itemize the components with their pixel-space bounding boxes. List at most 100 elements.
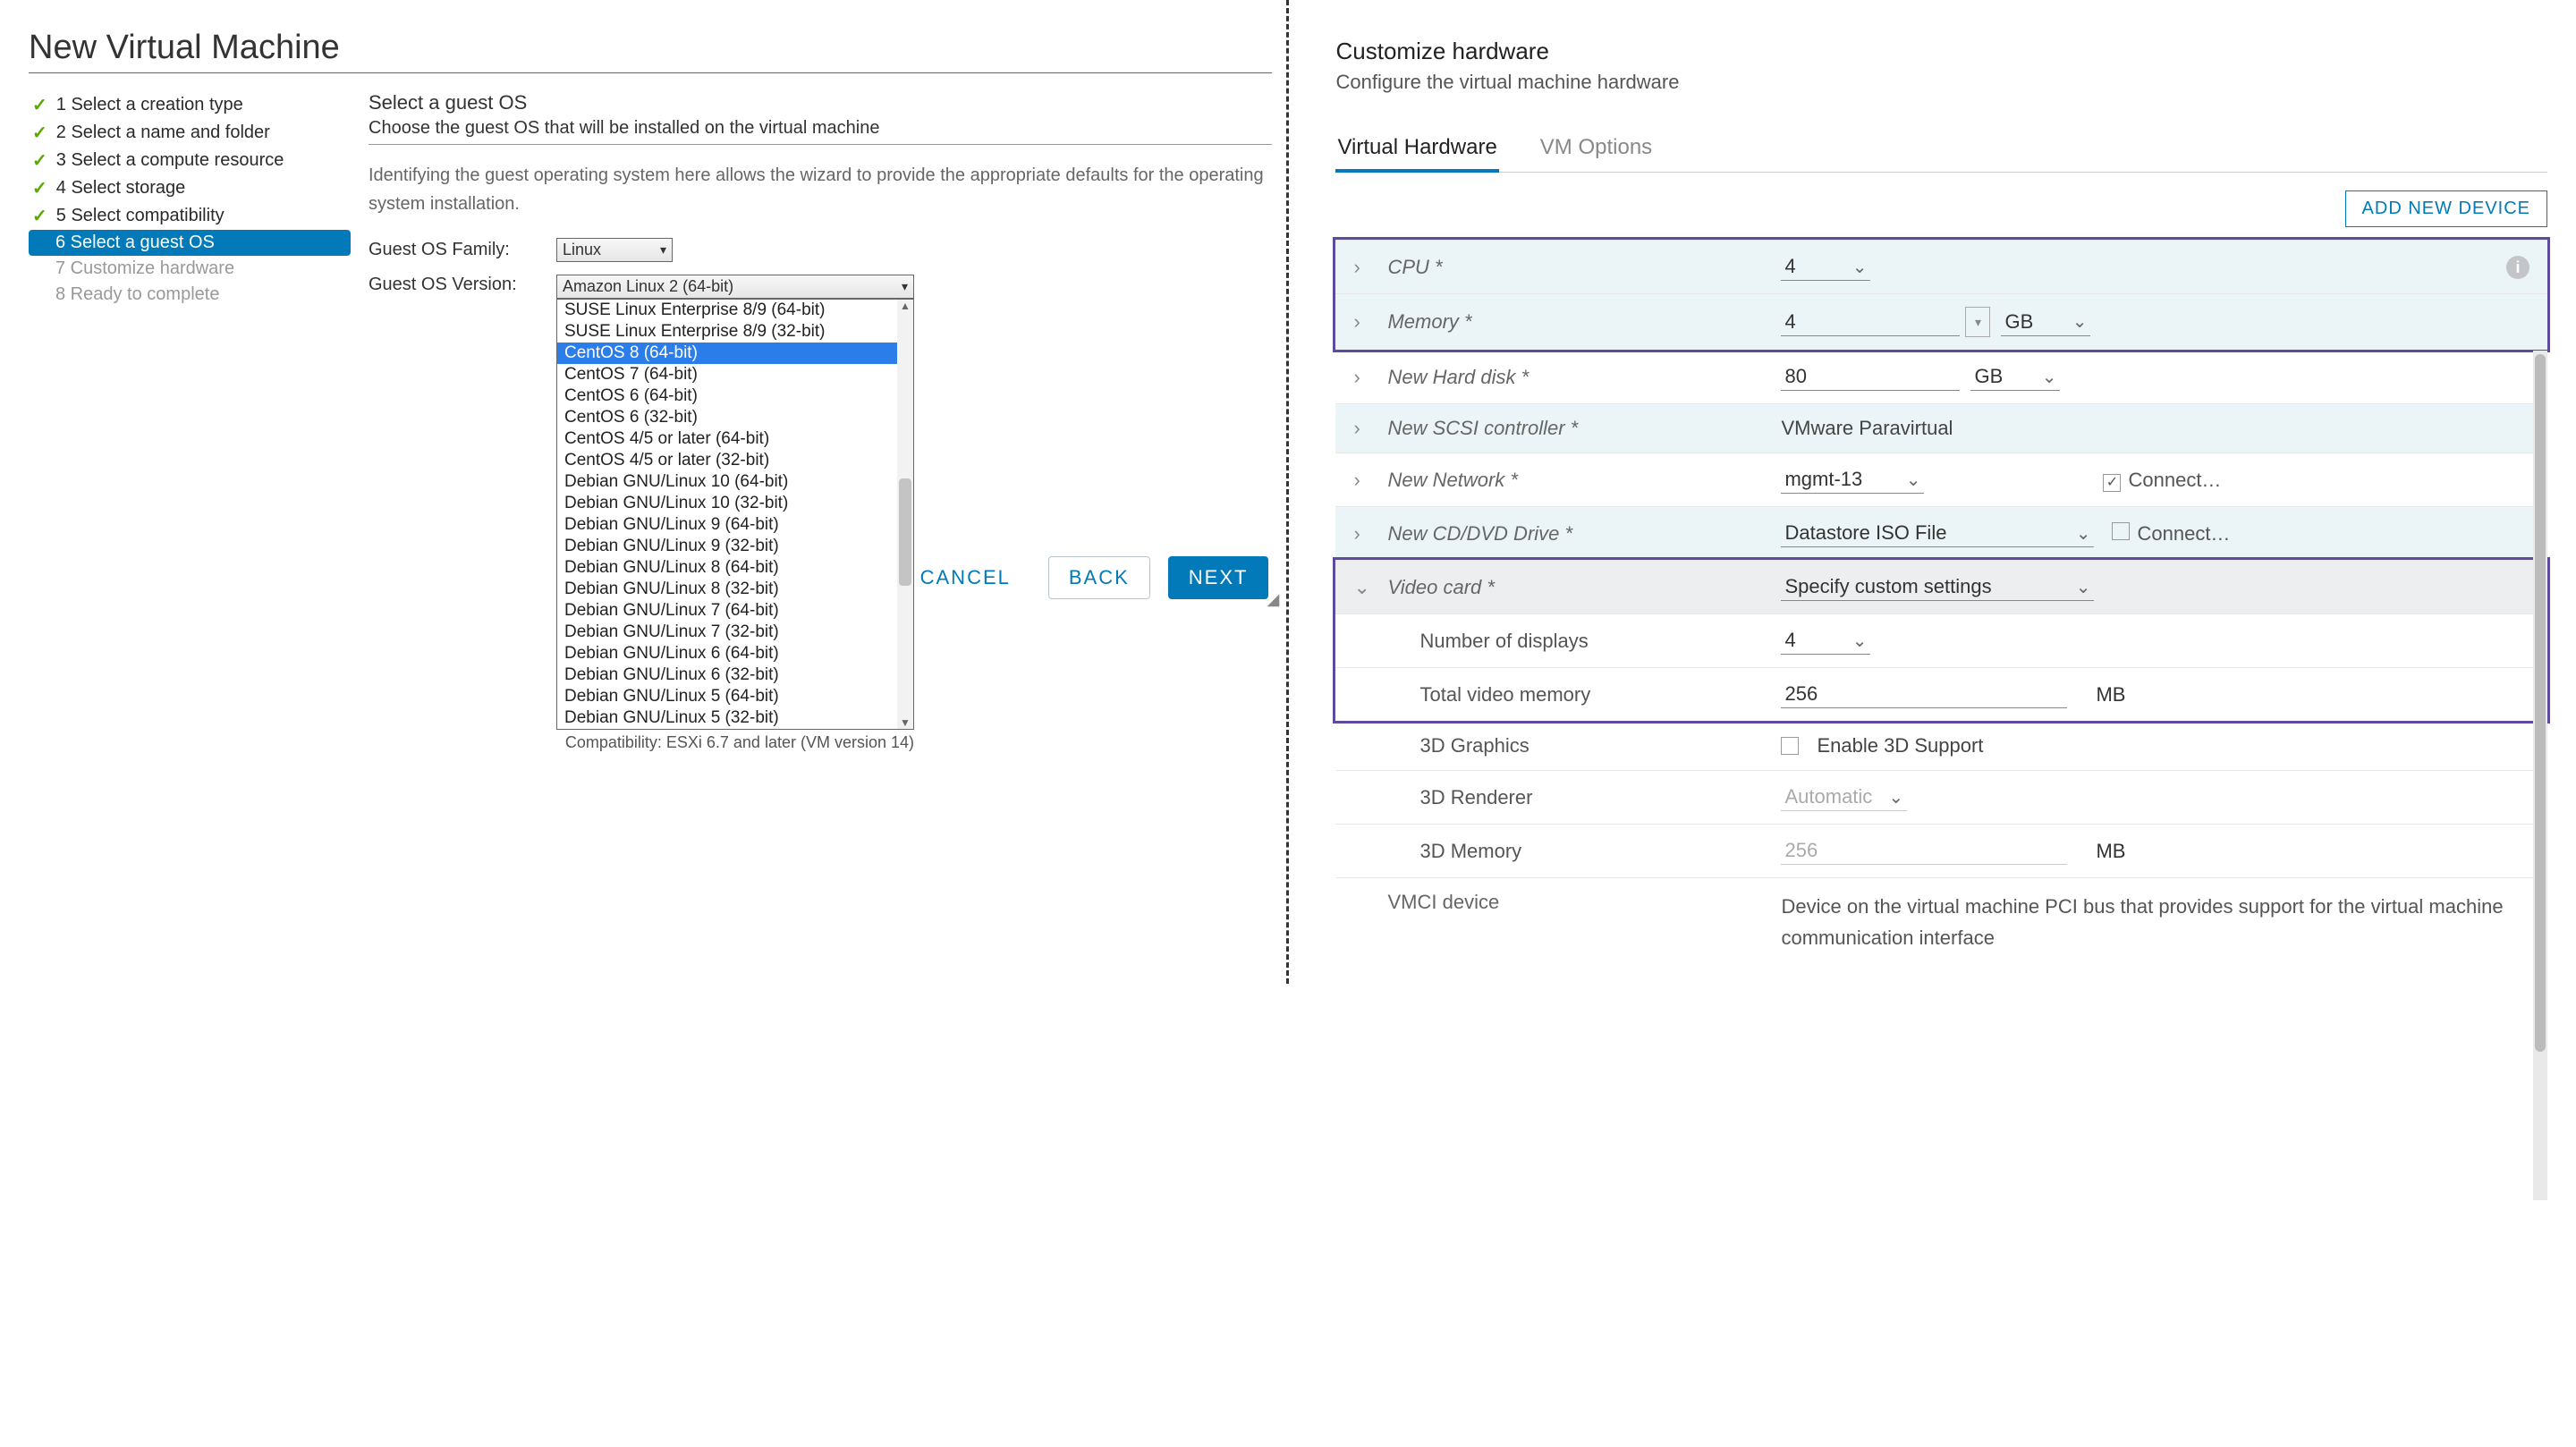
wizard-step-label: 3 Select a compute resource xyxy=(56,150,284,171)
tab-vm-options[interactable]: VM Options xyxy=(1538,126,1654,172)
video-card-row: ⌄ Video card * Specify custom settings xyxy=(1335,560,2547,613)
os-option[interactable]: Debian GNU/Linux 9 (64-bit) xyxy=(557,514,913,536)
wizard-step-8[interactable]: 8 Ready to complete xyxy=(29,282,351,308)
disk-size-input[interactable]: 80 xyxy=(1781,363,1960,391)
back-button[interactable]: BACK xyxy=(1048,556,1150,599)
os-option[interactable]: SUSE Linux Enterprise 8/9 (64-bit) xyxy=(557,300,913,321)
os-option[interactable]: Debian GNU/Linux 5 (64-bit) xyxy=(557,686,913,707)
video-memory-input[interactable]: 256 xyxy=(1781,681,2067,708)
3d-renderer-select[interactable]: Automatic xyxy=(1781,783,1907,811)
next-button[interactable]: NEXT xyxy=(1168,556,1269,599)
os-option[interactable]: Debian GNU/Linux 10 (32-bit) xyxy=(557,493,913,514)
wizard-step-7[interactable]: 7 Customize hardware xyxy=(29,256,351,282)
right-subtitle: Configure the virtual machine hardware xyxy=(1335,71,2547,94)
dropdown-scrollbar[interactable]: ▲ ▼ xyxy=(897,300,913,729)
3d-memory-row: 3D Memory 256MB xyxy=(1335,824,2547,877)
cpu-row: › CPU * 4 i xyxy=(1335,240,2547,293)
check-icon: ✓ xyxy=(32,94,47,116)
chevron-right-icon[interactable]: › xyxy=(1353,310,1369,334)
guest-os-version-dropdown[interactable]: SUSE Linux Enterprise 8/9 (64-bit)SUSE L… xyxy=(556,299,914,730)
scroll-up-icon[interactable]: ▲ xyxy=(897,300,913,312)
os-option[interactable]: CentOS 6 (32-bit) xyxy=(557,407,913,428)
chevron-down-icon[interactable]: ⌄ xyxy=(1353,576,1369,599)
wizard-step-5[interactable]: ✓ 5 Select compatibility xyxy=(29,202,351,230)
scsi-row: › New SCSI controller * VMware Paravirtu… xyxy=(1335,403,2547,453)
chevron-right-icon[interactable]: › xyxy=(1353,417,1369,440)
wizard-nav: ✓ 1 Select a creation type ✓2 Select a nam… xyxy=(29,91,351,765)
add-new-device-button[interactable]: ADD NEW DEVICE xyxy=(2345,190,2547,227)
os-option[interactable]: Debian GNU/Linux 6 (32-bit) xyxy=(557,664,913,686)
video-memory-row: Total video memory 256MB xyxy=(1335,667,2547,721)
memory-unit-select[interactable]: GB xyxy=(2001,309,2090,336)
os-option[interactable]: Debian GNU/Linux 7 (64-bit) xyxy=(557,600,913,622)
cd-dvd-row: › New CD/DVD Drive * Datastore ISO File … xyxy=(1335,506,2547,560)
tab-virtual-hardware[interactable]: Virtual Hardware xyxy=(1335,126,1498,173)
guest-os-family-select[interactable]: Linux xyxy=(556,238,673,262)
wizard-step-2[interactable]: ✓2 Select a name and folder xyxy=(29,119,351,147)
wizard-step-4[interactable]: ✓4 Select storage xyxy=(29,174,351,202)
content-scrollbar[interactable] xyxy=(2533,351,2547,1200)
chevron-right-icon[interactable]: › xyxy=(1353,366,1369,389)
cpu-select[interactable]: 4 xyxy=(1781,253,1870,281)
os-option[interactable]: Debian GNU/Linux 8 (32-bit) xyxy=(557,579,913,600)
check-icon: ✓ xyxy=(32,205,47,227)
video-card-select[interactable]: Specify custom settings xyxy=(1781,573,2094,601)
os-option[interactable]: CentOS 7 (64-bit) xyxy=(557,364,913,385)
page-title: New Virtual Machine xyxy=(29,29,1272,67)
cancel-button[interactable]: CANCEL xyxy=(901,557,1030,598)
right-title: Customize hardware xyxy=(1335,38,2547,65)
guest-os-version-select[interactable]: Amazon Linux 2 (64-bit) xyxy=(556,275,914,299)
wizard-step-label: 5 Select compatibility xyxy=(56,206,225,226)
3d-memory-input: 256 xyxy=(1781,837,2067,865)
check-icon: ✓ xyxy=(32,177,47,199)
guest-os-family-label: Guest OS Family: xyxy=(369,240,538,260)
network-row: › New Network * mgmt-13 Connect… xyxy=(1335,453,2547,506)
os-option[interactable]: Debian GNU/Linux 5 (32-bit) xyxy=(557,707,913,729)
wizard-footer: CANCEL BACK NEXT xyxy=(901,556,1269,599)
wizard-step-3[interactable]: ✓ 3 Select a compute resource xyxy=(29,147,351,174)
os-option[interactable]: CentOS 6 (64-bit) xyxy=(557,385,913,407)
memory-stepper[interactable]: ▾ xyxy=(1965,307,1990,337)
check-icon: ✓ xyxy=(32,149,47,172)
cd-dvd-select[interactable]: Datastore ISO File xyxy=(1781,520,2094,547)
os-option[interactable]: Debian GNU/Linux 10 (64-bit) xyxy=(557,471,913,493)
guest-os-version-label: Guest OS Version: xyxy=(369,275,538,295)
os-option[interactable]: Debian GNU/Linux 6 (64-bit) xyxy=(557,643,913,664)
scroll-thumb[interactable] xyxy=(2535,354,2546,1052)
right-panel: Customize hardware Configure the virtual… xyxy=(1289,0,2576,984)
os-option[interactable]: Debian GNU/Linux 7 (32-bit) xyxy=(557,622,913,643)
3d-graphics-checkbox[interactable] xyxy=(1781,737,1799,755)
3d-graphics-row: 3D Graphics Enable 3D Support xyxy=(1335,721,2547,770)
content-heading: Select a guest OS xyxy=(369,91,1272,114)
network-select[interactable]: mgmt-13 xyxy=(1781,466,1924,494)
os-option[interactable]: CentOS 8 (64-bit) xyxy=(557,343,913,364)
chevron-right-icon[interactable]: › xyxy=(1353,522,1369,546)
disk-unit-select[interactable]: GB xyxy=(1970,363,2060,391)
wizard-step-label: 1 Select a creation type xyxy=(56,95,243,115)
os-option[interactable]: CentOS 4/5 or later (32-bit) xyxy=(557,450,913,471)
vmci-row: VMCI device Device on the virtual machin… xyxy=(1335,877,2547,966)
hardware-tabs: Virtual Hardware VM Options xyxy=(1335,126,2547,173)
network-connect-checkbox[interactable] xyxy=(2103,474,2121,492)
resize-handle-icon[interactable]: ◢ xyxy=(1267,590,1281,605)
os-option[interactable]: Debian GNU/Linux 8 (64-bit) xyxy=(557,557,913,579)
displays-row: Number of displays 4 xyxy=(1335,613,2547,667)
wizard-content: Select a guest OS Choose the guest OS th… xyxy=(369,91,1272,765)
chevron-right-icon[interactable]: › xyxy=(1353,469,1369,492)
wizard-step-1[interactable]: ✓ 1 Select a creation type xyxy=(29,91,351,119)
wizard-step-6[interactable]: 6 Select a guest OS xyxy=(29,230,351,256)
memory-input[interactable]: 4 xyxy=(1781,309,1960,336)
displays-select[interactable]: 4 xyxy=(1781,627,1870,655)
title-divider xyxy=(29,72,1272,73)
chevron-right-icon[interactable]: › xyxy=(1353,256,1369,279)
os-option[interactable]: Debian GNU/Linux 9 (32-bit) xyxy=(557,536,913,557)
info-icon[interactable]: i xyxy=(2506,256,2529,279)
os-option[interactable]: CentOS 4/5 or later (64-bit) xyxy=(557,428,913,450)
os-option[interactable]: SUSE Linux Enterprise 8/9 (32-bit) xyxy=(557,321,913,343)
wizard-step-label: 8 Ready to complete xyxy=(55,284,219,305)
cd-connect-checkbox[interactable] xyxy=(2112,522,2130,540)
compatibility-info: Compatibility: ESXi 6.7 and later (VM ve… xyxy=(556,733,914,752)
scroll-down-icon[interactable]: ▼ xyxy=(897,716,913,729)
memory-row: › Memory * 4 ▾ GB xyxy=(1335,293,2547,350)
hardware-list: › CPU * 4 i › Memory * 4 ▾ GB › New Hard… xyxy=(1335,240,2547,966)
